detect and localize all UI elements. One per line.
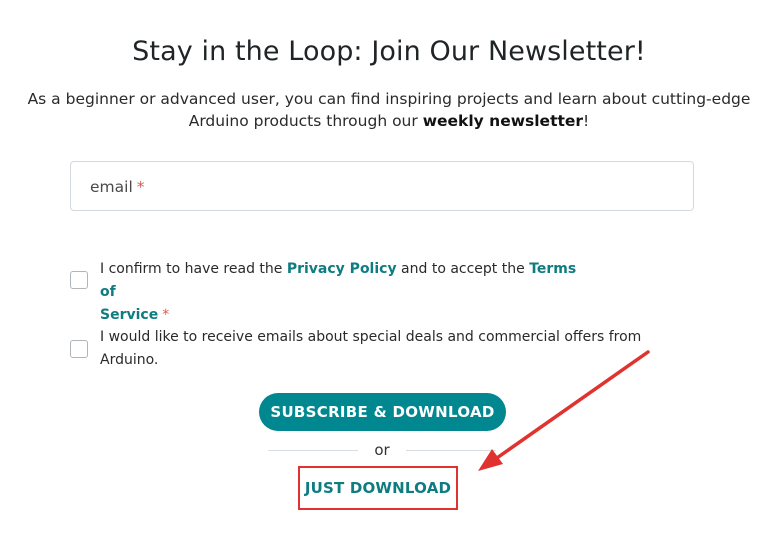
offers-text-line1: I would like to receive emails about spe…	[100, 329, 642, 345]
required-mark: *	[136, 178, 145, 196]
required-mark: *	[162, 307, 170, 323]
or-separator: or	[374, 441, 390, 459]
subtitle-text: As a beginner or advanced user, you can …	[27, 90, 751, 130]
email-label-text: email	[90, 178, 133, 196]
offers-consent-checkbox[interactable]	[70, 340, 88, 358]
newsletter-description: As a beginner or advanced user, you can …	[20, 88, 758, 132]
subtitle-end: !	[583, 112, 590, 130]
page-title: Stay in the Loop: Join Our Newsletter!	[132, 36, 646, 67]
subscribe-download-button[interactable]: SUBSCRIBE & DOWNLOAD	[259, 393, 506, 431]
privacy-consent-label: I confirm to have read the Privacy Polic…	[100, 258, 580, 327]
email-placeholder: email *	[90, 178, 145, 196]
offers-text-line2: Arduino.	[100, 352, 159, 368]
consent-text-2: and to accept the	[396, 261, 530, 277]
email-field[interactable]: email *	[70, 161, 694, 211]
privacy-policy-link[interactable]: Privacy Policy	[287, 261, 397, 277]
subtitle-emphasis: weekly newsletter	[422, 112, 584, 130]
divider-right	[406, 450, 496, 451]
consent-text-1: I confirm to have read the	[100, 261, 287, 277]
divider-left	[268, 450, 358, 451]
offers-consent-label: I would like to receive emails about spe…	[100, 326, 660, 372]
just-download-button[interactable]: JUST DOWNLOAD	[298, 466, 458, 510]
privacy-consent-checkbox[interactable]	[70, 271, 88, 289]
terms-link-line2[interactable]: Service	[100, 307, 158, 323]
